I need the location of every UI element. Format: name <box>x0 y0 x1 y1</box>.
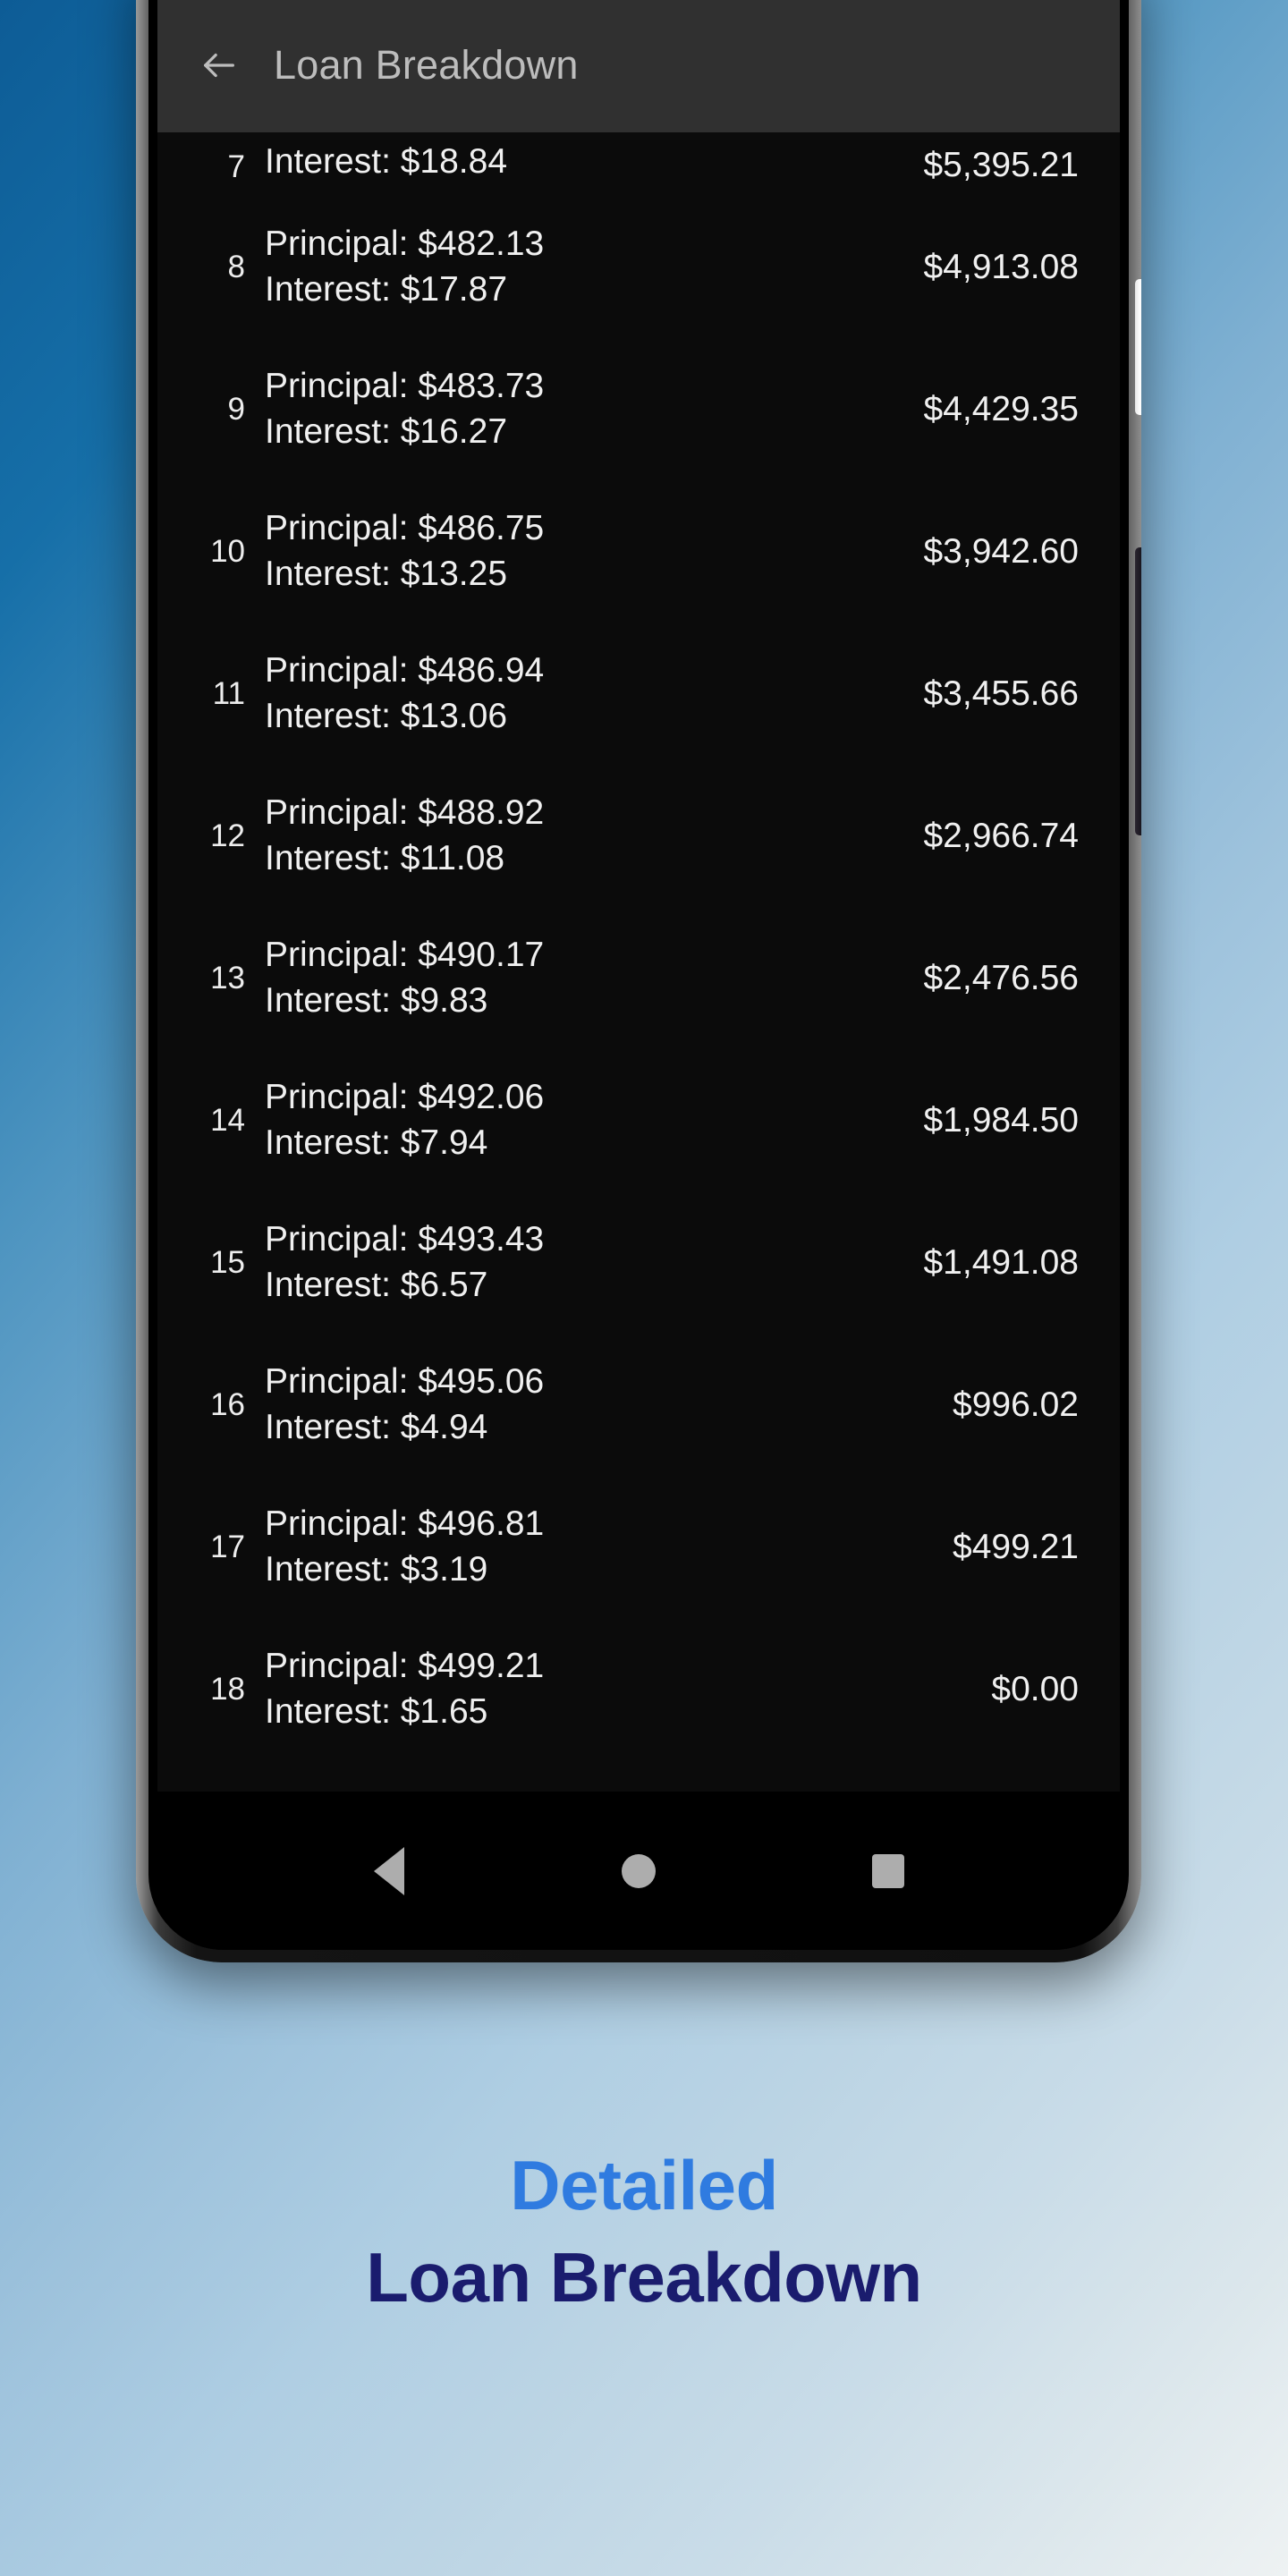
interest-value: Interest: $9.83 <box>265 980 488 1020</box>
power-button[interactable] <box>1135 547 1141 835</box>
balance-value: $3,942.60 <box>923 531 1079 571</box>
circle-home-icon <box>621 1853 656 1888</box>
balance-value: $5,395.21 <box>923 146 1079 184</box>
row-detail: Principal: $495.06 Interest: $4.94 <box>265 1360 837 1450</box>
interest-value: Interest: $17.87 <box>265 269 508 309</box>
caption-line-2: Loan Breakdown <box>366 2238 922 2318</box>
row-index: 11 <box>212 675 245 711</box>
row-detail: Principal: $499.21 Interest: $1.65 <box>265 1644 837 1734</box>
table-row[interactable]: 17 Principal: $496.81 Interest: $3.19 $499.… <box>157 1476 1120 1618</box>
principal-value: Principal: $482.13 <box>265 224 545 263</box>
principal-value: Principal: $492.06 <box>265 1077 545 1116</box>
nav-recents-button[interactable] <box>835 1818 942 1925</box>
row-index: 13 <box>210 960 245 996</box>
interest-value: Interest: $7.94 <box>265 1123 488 1162</box>
nav-back-button[interactable] <box>335 1818 443 1925</box>
row-index: 17 <box>210 1529 245 1564</box>
row-index: 15 <box>210 1244 245 1280</box>
volume-rocker-button[interactable] <box>1135 279 1141 415</box>
row-detail: Principal: $486.75 Interest: $13.25 <box>265 506 837 597</box>
promo-caption: Detailed Loan Breakdown <box>0 2146 1288 2318</box>
row-detail: Principal: $493.43 Interest: $6.57 <box>265 1217 837 1308</box>
principal-value: Principal: $493.43 <box>265 1219 545 1258</box>
balance-value: $996.02 <box>953 1385 1079 1424</box>
table-row[interactable]: 14 Principal: $492.06 Interest: $7.94 $1,98… <box>157 1049 1120 1191</box>
row-index: 7 <box>227 149 245 184</box>
table-row[interactable]: 15 Principal: $493.43 Interest: $6.57 $1,49… <box>157 1191 1120 1334</box>
nav-home-button[interactable] <box>585 1818 692 1925</box>
phone-screen: Loan Breakdown 7 Interest: $18.84 $5,395.2… <box>157 0 1120 1950</box>
interest-value: Interest: $18.84 <box>265 142 508 182</box>
table-row[interactable]: 10 Principal: $486.75 Interest: $13.25 $3,9… <box>157 480 1120 623</box>
row-detail: Principal: $490.17 Interest: $9.83 <box>265 933 837 1023</box>
row-index: 16 <box>210 1386 245 1422</box>
principal-value: Principal: $490.17 <box>265 935 545 974</box>
principal-value: Principal: $488.92 <box>265 792 545 832</box>
arrow-left-icon[interactable] <box>191 38 247 93</box>
row-detail: Principal: $496.81 Interest: $3.19 <box>265 1502 837 1592</box>
balance-value: $1,491.08 <box>923 1242 1079 1282</box>
balance-value: $4,913.08 <box>923 247 1079 286</box>
table-row[interactable]: 11 Principal: $486.94 Interest: $13.06 $3,4… <box>157 623 1120 765</box>
principal-value: Principal: $483.73 <box>265 366 545 405</box>
principal-value: Principal: $486.94 <box>265 650 545 690</box>
balance-value: $4,429.35 <box>923 389 1079 428</box>
balance-value: $2,966.74 <box>923 816 1079 855</box>
caption-line-1: Detailed <box>510 2146 778 2224</box>
principal-value: Principal: $496.81 <box>265 1504 545 1543</box>
principal-value: Principal: $499.21 <box>265 1646 545 1685</box>
square-recents-icon <box>871 1853 904 1888</box>
table-row[interactable]: 9 Principal: $483.73 Interest: $16.27 $4,42… <box>157 338 1120 480</box>
row-index: 18 <box>210 1671 245 1707</box>
amortization-schedule-list[interactable]: 7 Interest: $18.84 $5,395.21 8 Principal: $4… <box>157 111 1120 1792</box>
row-detail: Principal: $482.13 Interest: $17.87 <box>265 222 837 312</box>
interest-value: Interest: $6.57 <box>265 1265 488 1304</box>
loan-breakdown-app: Loan Breakdown 7 Interest: $18.84 $5,395.2… <box>157 0 1120 1950</box>
interest-value: Interest: $4.94 <box>265 1407 488 1446</box>
phone-device-frame: Loan Breakdown 7 Interest: $18.84 $5,395.2… <box>136 0 1141 1962</box>
interest-value: Interest: $1.65 <box>265 1691 488 1731</box>
interest-value: Interest: $16.27 <box>265 411 508 451</box>
table-row[interactable]: 18 Principal: $499.21 Interest: $1.65 $0.00 <box>157 1618 1120 1760</box>
balance-value: $1,984.50 <box>923 1100 1079 1140</box>
balance-value: $3,455.66 <box>923 674 1079 713</box>
row-index: 10 <box>210 533 245 569</box>
row-detail: Principal: $483.73 Interest: $16.27 <box>265 364 837 454</box>
balance-value: $2,476.56 <box>923 958 1079 997</box>
row-index: 8 <box>227 249 245 284</box>
row-detail: Principal: $492.06 Interest: $7.94 <box>265 1075 837 1165</box>
row-index: 9 <box>227 391 245 427</box>
phone-bezel: Loan Breakdown 7 Interest: $18.84 $5,395.2… <box>148 0 1129 1950</box>
row-index: 12 <box>210 818 245 853</box>
interest-value: Interest: $13.06 <box>265 696 508 735</box>
row-index: 14 <box>210 1102 245 1138</box>
interest-value: Interest: $3.19 <box>265 1549 488 1589</box>
interest-value: Interest: $11.08 <box>265 838 505 877</box>
row-detail: Interest: $18.84 <box>265 140 837 185</box>
balance-value: $499.21 <box>953 1527 1079 1566</box>
table-row[interactable]: 13 Principal: $490.17 Interest: $9.83 $2,47… <box>157 907 1120 1049</box>
principal-value: Principal: $495.06 <box>265 1361 545 1401</box>
triangle-back-icon <box>374 1846 405 1895</box>
page-title: Loan Breakdown <box>274 42 579 88</box>
table-row[interactable]: 12 Principal: $488.92 Interest: $11.08 $2,9… <box>157 765 1120 907</box>
row-detail: Principal: $486.94 Interest: $13.06 <box>265 648 837 739</box>
table-row[interactable]: 8 Principal: $482.13 Interest: $17.87 $4,91… <box>157 196 1120 338</box>
row-detail: Principal: $488.92 Interest: $11.08 <box>265 791 837 881</box>
table-row[interactable]: 16 Principal: $495.06 Interest: $4.94 $996.… <box>157 1334 1120 1476</box>
android-navigation-bar <box>157 1792 1120 1950</box>
app-bar: Loan Breakdown <box>157 0 1120 132</box>
interest-value: Interest: $13.25 <box>265 554 508 593</box>
principal-value: Principal: $486.75 <box>265 508 545 547</box>
balance-value: $0.00 <box>991 1669 1079 1708</box>
